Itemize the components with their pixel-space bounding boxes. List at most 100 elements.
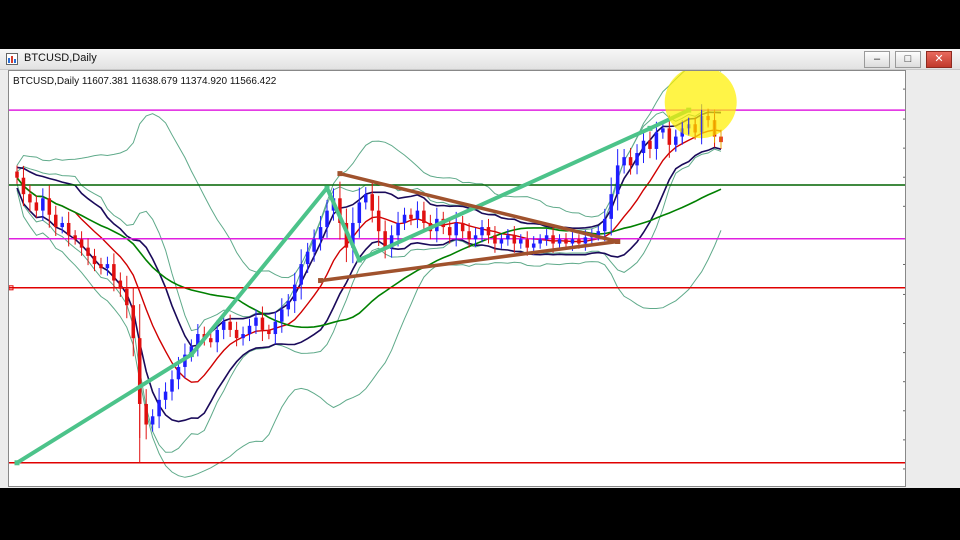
candle-body xyxy=(622,157,626,166)
close-button[interactable]: ✕ xyxy=(926,51,952,68)
candle-body xyxy=(247,325,252,335)
trendline-anchor[interactable] xyxy=(318,278,324,284)
candle-body xyxy=(473,235,478,240)
candle-body xyxy=(273,321,278,335)
candle-body xyxy=(66,222,71,236)
maximize-button[interactable]: □ xyxy=(895,51,921,68)
candle-body xyxy=(267,329,271,335)
candle-body xyxy=(105,264,110,269)
candle-body xyxy=(415,210,420,219)
candle-body xyxy=(157,399,161,417)
window-title-bar[interactable]: BTCUSD,Daily – □ ✕ xyxy=(0,49,960,70)
trendline-anchor[interactable] xyxy=(647,125,653,131)
minimize-button[interactable]: – xyxy=(864,51,890,68)
candle-body xyxy=(531,243,536,248)
candle-body xyxy=(305,251,310,265)
candle-body xyxy=(34,202,39,211)
candle-body xyxy=(170,379,174,392)
bollinger-inner-lower-line xyxy=(16,148,722,453)
candle-body xyxy=(15,171,19,178)
candle-body xyxy=(137,338,142,404)
candle-body xyxy=(292,284,297,302)
candle-body xyxy=(28,194,32,203)
trendline-anchor[interactable] xyxy=(188,352,194,358)
candle-body xyxy=(654,132,659,149)
highlight-circle xyxy=(664,71,737,139)
candle-body xyxy=(628,157,633,166)
trendline-anchor[interactable] xyxy=(356,257,362,263)
candle-body xyxy=(163,391,168,400)
candle-body xyxy=(99,264,103,269)
candle-body xyxy=(73,235,77,240)
window-title: BTCUSD,Daily xyxy=(24,52,97,64)
candle-body xyxy=(499,239,504,244)
chart-window-icon xyxy=(6,53,18,65)
candle-body xyxy=(557,239,562,244)
candle-body xyxy=(286,301,291,310)
candle-body xyxy=(454,222,458,236)
candle-body xyxy=(635,153,639,166)
candle-body xyxy=(364,194,368,203)
candle-body xyxy=(661,128,665,133)
candle-body xyxy=(447,227,452,236)
candle-body xyxy=(641,140,646,154)
candle-body xyxy=(312,239,316,252)
candle-body xyxy=(299,264,303,285)
candle-body xyxy=(325,210,329,228)
candle-body xyxy=(506,235,510,240)
candle-body xyxy=(460,222,465,232)
candle-body xyxy=(357,202,362,223)
candle-body xyxy=(525,239,529,248)
candle-body xyxy=(602,218,607,232)
candle-body xyxy=(480,227,484,236)
candle-body xyxy=(228,321,232,330)
candle-body xyxy=(86,247,90,256)
candle-body xyxy=(47,198,52,215)
candle-body xyxy=(41,198,45,211)
candle-body xyxy=(221,321,226,330)
candle-body xyxy=(383,231,387,248)
candle-body xyxy=(92,255,97,265)
ohlc-header: BTCUSD,Daily 11607.381 11638.679 11374.9… xyxy=(13,76,277,87)
candle-body xyxy=(564,239,568,244)
candle-body xyxy=(422,210,426,223)
candle-body xyxy=(583,237,588,244)
candle-body xyxy=(53,214,58,228)
chart-canvas[interactable]: 12854.38012125.93011418.90510711.8801000… xyxy=(9,71,905,486)
candle-body xyxy=(519,239,523,244)
candle-body xyxy=(60,222,64,228)
candle-body xyxy=(538,239,542,244)
candle-body xyxy=(215,329,219,343)
candle-body xyxy=(21,177,26,195)
candle-body xyxy=(241,334,245,339)
candle-body xyxy=(467,231,471,240)
candle-body xyxy=(409,214,413,219)
candle-body xyxy=(150,416,155,425)
candle-body xyxy=(318,227,323,240)
candle-body xyxy=(209,338,213,343)
candle-body xyxy=(577,239,581,244)
candle-body xyxy=(254,317,258,326)
candle-body xyxy=(551,235,555,244)
price-chart[interactable]: 12854.38012125.93011418.90510711.8801000… xyxy=(8,70,906,487)
trendline-anchor[interactable] xyxy=(324,185,330,191)
candle-body xyxy=(260,317,265,330)
trendline-anchor[interactable] xyxy=(337,171,343,177)
candle-body xyxy=(144,403,148,425)
candle-body xyxy=(131,305,136,339)
candle-body xyxy=(512,235,517,244)
candle-body xyxy=(570,239,575,244)
bollinger-lower-line xyxy=(16,189,722,478)
candle-body xyxy=(125,288,129,306)
candle-body xyxy=(402,214,407,223)
candle-body xyxy=(648,140,652,149)
trendline-anchor[interactable] xyxy=(14,460,20,466)
candle-body xyxy=(544,235,549,240)
candle-body xyxy=(396,222,400,236)
candle-body xyxy=(493,235,497,244)
candle-body xyxy=(176,366,181,380)
trendline-anchor[interactable] xyxy=(615,238,621,244)
candle-body xyxy=(370,194,374,211)
candle-body xyxy=(234,329,239,339)
candle-body xyxy=(376,210,381,232)
